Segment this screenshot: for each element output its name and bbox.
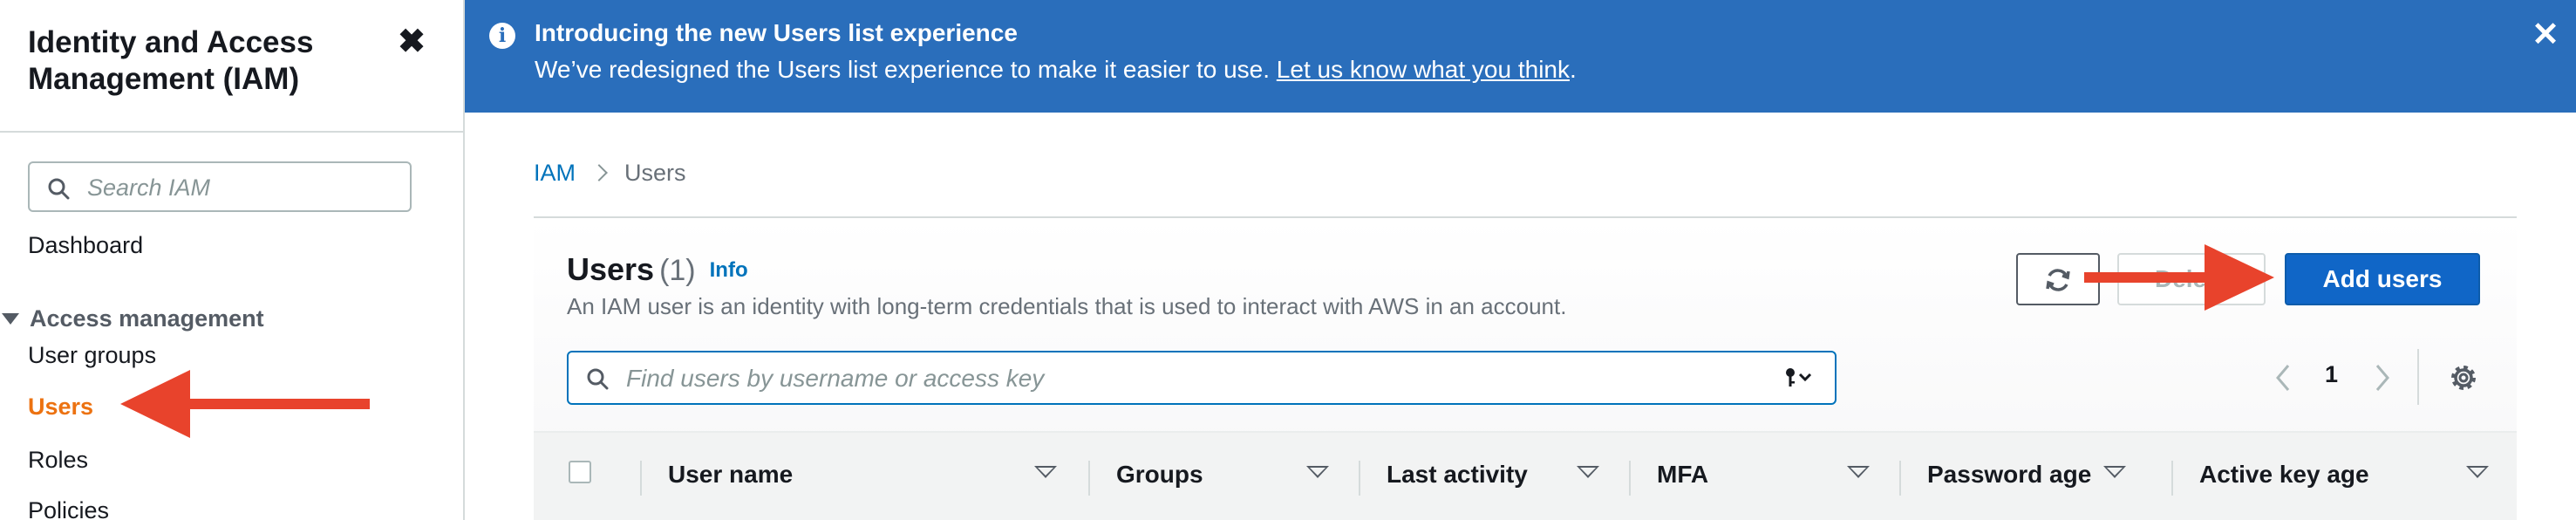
- sidebar-divider: [0, 131, 465, 133]
- users-heading: Users (1) Info: [567, 251, 748, 288]
- search-icon: [48, 178, 70, 200]
- banner-message: We’ve redesigned the Users list experien…: [535, 56, 1271, 83]
- column-header-groups[interactable]: Groups: [1090, 433, 1360, 520]
- breadcrumb-users: Users: [624, 160, 686, 186]
- sort-icon: [1034, 466, 1057, 478]
- column-label: Active key age: [2199, 461, 2369, 488]
- sidebar-search-input[interactable]: [87, 170, 401, 205]
- sidebar-title: Identity and Access Management (IAM): [28, 25, 314, 96]
- key-filter-dropdown-icon[interactable]: [1784, 366, 1816, 389]
- breadcrumb-iam[interactable]: IAM: [534, 160, 576, 186]
- column-header-active-key-age[interactable]: Active key age: [2173, 433, 2517, 520]
- users-search-input[interactable]: [626, 361, 1760, 396]
- users-count: (1): [659, 254, 696, 287]
- select-all-checkbox[interactable]: [569, 461, 591, 483]
- sidebar-section-access-management[interactable]: Access management: [0, 305, 264, 332]
- caret-down-icon: [2, 312, 19, 325]
- info-link[interactable]: Info: [710, 258, 748, 282]
- sort-icon: [1306, 466, 1329, 478]
- chevron-right-icon: [590, 164, 608, 182]
- page-number[interactable]: 1: [2325, 361, 2338, 388]
- sidebar-item-user-groups[interactable]: User groups: [28, 342, 156, 369]
- users-filter: [567, 351, 1837, 405]
- banner-title: Introducing the new Users list experienc…: [535, 19, 1018, 46]
- sidebar-item-dashboard[interactable]: Dashboard: [28, 232, 143, 259]
- sort-icon: [1577, 466, 1599, 478]
- annotation-arrow-users: [120, 370, 370, 438]
- column-header-last-activity[interactable]: Last activity: [1360, 433, 1631, 520]
- info-banner: i Introducing the new Users list experie…: [465, 0, 2576, 113]
- sidebar-search-box: [28, 161, 412, 212]
- banner-close-icon[interactable]: ✕: [2531, 17, 2560, 52]
- gear-icon[interactable]: [2447, 361, 2480, 394]
- sort-icon: [2103, 466, 2126, 478]
- sort-icon: [1847, 466, 1870, 478]
- next-page-icon[interactable]: [2368, 362, 2395, 393]
- search-icon: [587, 368, 609, 390]
- column-label: Last activity: [1387, 461, 1528, 488]
- column-label: Password age: [1927, 461, 2092, 488]
- sidebar-item-policies[interactable]: Policies: [28, 497, 109, 520]
- sidebar-item-roles[interactable]: Roles: [28, 447, 88, 474]
- breadcrumb: IAM Users: [534, 160, 686, 187]
- previous-page-icon[interactable]: [2271, 362, 2297, 393]
- sidebar-section-label: Access management: [30, 305, 264, 332]
- banner-feedback-link[interactable]: Let us know what you think: [1277, 56, 1570, 83]
- info-icon: i: [489, 23, 515, 49]
- pager-divider: [2417, 349, 2419, 405]
- column-header-password-age[interactable]: Password age: [1901, 433, 2173, 520]
- banner-text: We’ve redesigned the Users list experien…: [535, 56, 1577, 84]
- iam-sidebar: Identity and Access Management (IAM) ✖ D…: [0, 0, 465, 520]
- column-label: User name: [668, 461, 794, 488]
- annotation-arrow-add-users: [2084, 244, 2274, 311]
- column-header-user-name[interactable]: User name: [642, 433, 1090, 520]
- refresh-icon: [2046, 269, 2070, 291]
- column-label: MFA: [1657, 461, 1709, 488]
- close-icon[interactable]: ✖: [398, 24, 426, 59]
- users-description: An IAM user is an identity with long-ter…: [567, 293, 1567, 319]
- table-header: User name Groups Last activity MFA Passw…: [534, 431, 2517, 520]
- sort-icon: [2466, 466, 2489, 478]
- page-title: Users: [567, 251, 655, 287]
- add-users-button[interactable]: Add users: [2285, 253, 2480, 305]
- column-label: Groups: [1116, 461, 1203, 488]
- sidebar-item-users[interactable]: Users: [28, 393, 93, 421]
- column-header-mfa[interactable]: MFA: [1631, 433, 1901, 520]
- banner-link-suffix: .: [1570, 56, 1577, 83]
